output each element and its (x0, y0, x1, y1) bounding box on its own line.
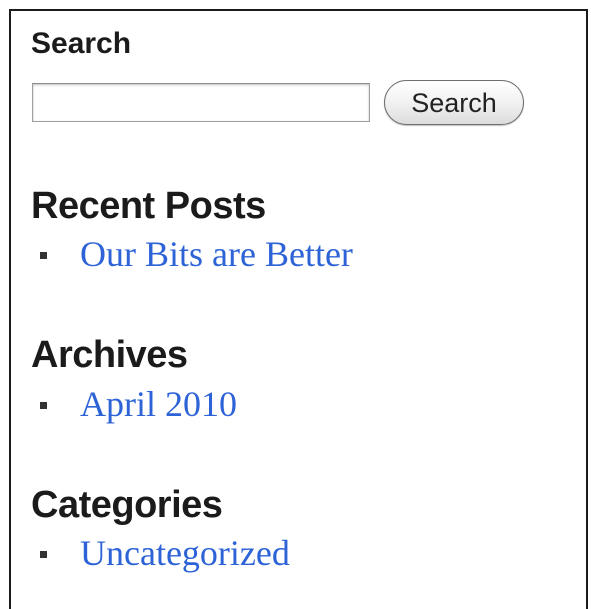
bullet-icon (40, 551, 47, 558)
bullet-icon (40, 252, 47, 259)
archives-title: Archives (31, 334, 188, 376)
category-link[interactable]: Uncategorized (80, 531, 290, 575)
search-button[interactable]: Search (384, 80, 524, 125)
recent-posts-title: Recent Posts (31, 185, 266, 227)
bullet-icon (40, 402, 47, 409)
search-input[interactable] (32, 83, 370, 122)
categories-title: Categories (31, 484, 223, 526)
archive-link[interactable]: April 2010 (80, 382, 237, 426)
recent-post-link[interactable]: Our Bits are Better (80, 232, 353, 276)
sidebar: Search Search Recent Posts Our Bits are … (9, 9, 588, 609)
search-widget-title: Search (31, 27, 132, 60)
